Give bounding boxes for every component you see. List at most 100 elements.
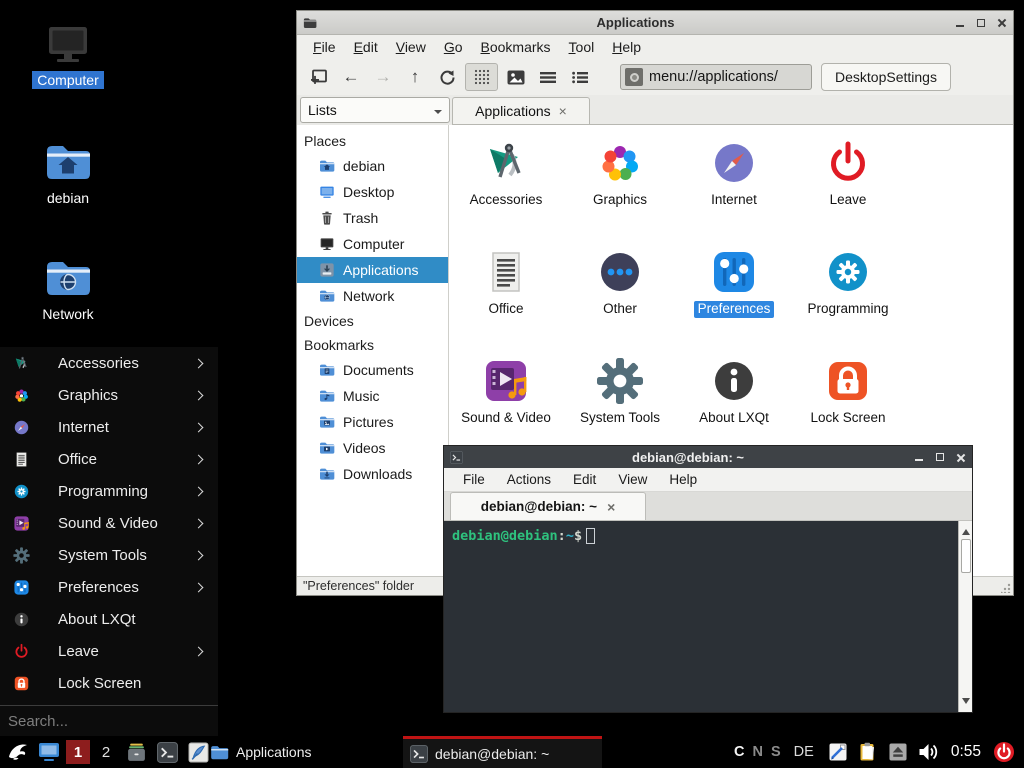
sidebar-item-music[interactable]: Music (297, 383, 448, 409)
desktop-icon-home[interactable]: debian (16, 138, 120, 208)
forward-button[interactable]: → (369, 64, 397, 90)
term-menu-view[interactable]: View (609, 470, 656, 489)
refresh-button[interactable] (433, 64, 461, 90)
terminal-tab[interactable]: debian@debian: ~ × (450, 492, 646, 520)
office-icon (13, 451, 30, 468)
fm-menu-view[interactable]: View (388, 37, 434, 57)
back-button[interactable]: ← (337, 64, 365, 90)
sidebar-item-home[interactable]: debian (297, 153, 448, 179)
sidebar-mode-combo[interactable]: Lists (300, 97, 450, 123)
eject-tray-button[interactable] (887, 741, 909, 763)
menu-item-about-lxqt[interactable]: About LXQt (0, 603, 218, 635)
icon-view-button[interactable] (465, 63, 498, 91)
fm-menu-go[interactable]: Go (436, 37, 471, 57)
app-item-lock-screen[interactable]: Lock Screen (791, 351, 905, 460)
up-button[interactable]: ↑ (401, 64, 429, 90)
workspace-2-button[interactable]: 2 (94, 740, 118, 764)
keyboard-layout-indicator[interactable]: DE (794, 744, 814, 760)
screenshot-tray-button[interactable] (827, 741, 849, 763)
menu-item-preferences[interactable]: Preferences (0, 571, 218, 603)
app-menu-button[interactable] (5, 739, 31, 765)
term-menu-file[interactable]: File (454, 470, 494, 489)
sidebar-item-trash[interactable]: Trash (297, 205, 448, 231)
file-manager-launcher[interactable] (123, 739, 149, 765)
app-item-accessories[interactable]: Accessories (449, 133, 563, 242)
tab-close-icon[interactable]: × (607, 500, 615, 514)
window-title: debian@debian: ~ (463, 450, 913, 465)
app-item-other[interactable]: Other (563, 242, 677, 351)
app-item-internet[interactable]: Internet (677, 133, 791, 242)
fm-titlebar[interactable]: Applications (297, 11, 1013, 35)
tab-applications[interactable]: Applications × (452, 97, 590, 124)
term-menu-actions[interactable]: Actions (498, 470, 560, 489)
numlock-indicator[interactable]: N (753, 744, 763, 760)
workspace-1-button[interactable]: 1 (66, 740, 90, 764)
clipboard-tray-button[interactable] (857, 741, 879, 763)
fm-menu-tool[interactable]: Tool (561, 37, 603, 57)
fm-menu-bookmarks[interactable]: Bookmarks (473, 37, 559, 57)
app-item-leave[interactable]: Leave (791, 133, 905, 242)
maximize-button[interactable] (934, 452, 945, 463)
scrollbar-thumb[interactable] (961, 539, 971, 573)
menu-item-office[interactable]: Office (0, 443, 218, 475)
sidebar-item-network[interactable]: Network (297, 283, 448, 309)
maximize-button[interactable] (975, 17, 986, 28)
resize-grip[interactable] (1001, 583, 1011, 593)
app-item-preferences[interactable]: Preferences (677, 242, 791, 351)
scroll-down-icon[interactable] (962, 698, 970, 708)
app-item-graphics[interactable]: Graphics (563, 133, 677, 242)
sidebar-item-applications[interactable]: Applications (297, 257, 448, 283)
close-button[interactable] (955, 452, 966, 463)
fm-menu-edit[interactable]: Edit (346, 37, 386, 57)
desktop-icon-network[interactable]: Network (16, 254, 120, 324)
menu-item-programming[interactable]: Programming (0, 475, 218, 507)
close-button[interactable] (996, 17, 1007, 28)
minimize-button[interactable] (913, 452, 924, 463)
menu-item-lock-screen[interactable]: Lock Screen (0, 667, 218, 699)
scroll-up-icon[interactable] (962, 525, 970, 535)
sidebar-item-videos[interactable]: Videos (297, 435, 448, 461)
app-item-system-tools[interactable]: System Tools (563, 351, 677, 460)
address-bar[interactable]: menu://applications/ (620, 64, 812, 90)
sidebar-item-downloads[interactable]: Downloads (297, 461, 448, 487)
detailed-list-view-button[interactable] (534, 64, 562, 90)
menu-item-accessories[interactable]: Accessories (0, 347, 218, 379)
terminal-scrollbar[interactable] (958, 521, 972, 712)
fm-menu-file[interactable]: File (305, 37, 344, 57)
show-desktop-button[interactable] (36, 739, 62, 765)
tab-close-icon[interactable]: × (559, 104, 567, 118)
sidebar-item-computer[interactable]: Computer (297, 231, 448, 257)
menu-item-leave[interactable]: Leave (0, 635, 218, 667)
menu-item-graphics[interactable]: Graphics (0, 379, 218, 411)
menu-item-system-tools[interactable]: System Tools (0, 539, 218, 571)
shutdown-button[interactable] (993, 741, 1015, 763)
app-item-programming[interactable]: Programming (791, 242, 905, 351)
sidebar-item-documents[interactable]: Documents (297, 357, 448, 383)
terminal-titlebar[interactable]: debian@debian: ~ (444, 446, 972, 468)
capslock-indicator[interactable]: C (734, 744, 744, 760)
app-item-about-lxqt[interactable]: About LXQt (677, 351, 791, 460)
term-menu-edit[interactable]: Edit (564, 470, 605, 489)
menu-item-internet[interactable]: Internet (0, 411, 218, 443)
menu-item-sound-video[interactable]: Sound & Video (0, 507, 218, 539)
minimize-button[interactable] (954, 17, 965, 28)
scrolllock-indicator[interactable]: S (771, 744, 781, 760)
terminal-screen[interactable]: debian@debian:~$ (444, 521, 972, 712)
volume-tray-button[interactable] (917, 741, 939, 763)
taskbar-task-applications[interactable]: Applications (203, 736, 401, 768)
desktop-icon-computer[interactable]: Computer (16, 20, 120, 90)
thumbnail-view-button[interactable] (502, 64, 530, 90)
taskbar-task-terminal[interactable]: debian@debian: ~ (403, 736, 602, 768)
terminal-launcher[interactable] (154, 739, 180, 765)
term-menu-help[interactable]: Help (660, 470, 706, 489)
fm-menu-help[interactable]: Help (604, 37, 649, 57)
app-item-office[interactable]: Office (449, 242, 563, 351)
sidebar-item-pictures[interactable]: Pictures (297, 409, 448, 435)
new-tab-button[interactable] (305, 64, 333, 90)
sidebar-item-desktop[interactable]: Desktop (297, 179, 448, 205)
desktop-settings-button[interactable]: DesktopSettings (821, 63, 951, 91)
compact-list-view-button[interactable] (566, 64, 594, 90)
clock[interactable]: 0:55 (951, 743, 981, 761)
app-item-sound-video[interactable]: Sound & Video (449, 351, 563, 460)
menu-search-input[interactable]: Search... (0, 705, 218, 736)
